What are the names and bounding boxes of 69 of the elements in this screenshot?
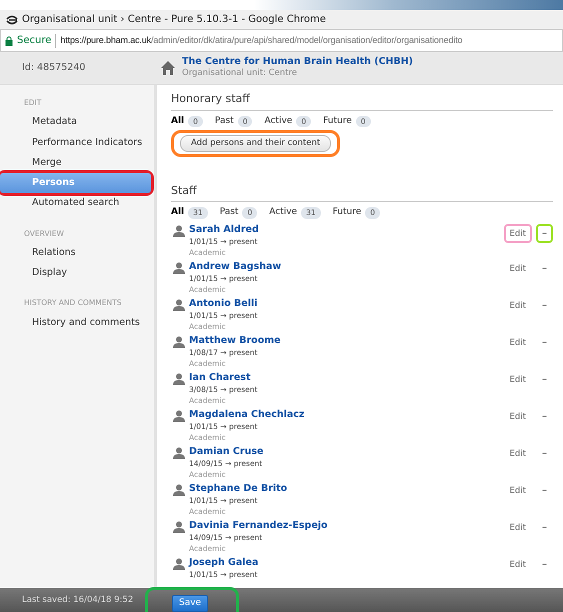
- last-saved-text: Last saved: 16/04/18 9:52: [21, 594, 134, 606]
- edit-link[interactable]: Edit: [506, 228, 530, 239]
- person-icon: [173, 336, 185, 348]
- unit-type: Organisational unit: Centre: [182, 67, 298, 80]
- person-icon: [173, 446, 185, 459]
- remove-button[interactable]: –: [536, 446, 553, 462]
- person-name-link[interactable]: Matthew Broome: [189, 334, 281, 347]
- filter-tab[interactable]: All: [171, 116, 184, 126]
- person-name-link[interactable]: Andrew Bagshaw: [189, 260, 282, 273]
- person-icon: [173, 558, 185, 570]
- security-label: Secure: [17, 34, 52, 48]
- person-icon: [173, 484, 185, 496]
- person-icon: [173, 224, 185, 237]
- person-icon: [173, 410, 185, 422]
- person-name-link[interactable]: Magdalena Chechlacz: [189, 408, 304, 421]
- remove-button[interactable]: –: [536, 372, 553, 388]
- filter-tab[interactable]: All: [171, 207, 184, 218]
- filter-tab[interactable]: Future: [323, 116, 352, 126]
- record-id: Id: 48575240: [21, 60, 86, 75]
- remove-button[interactable]: –: [536, 556, 553, 573]
- edit-link[interactable]: Edit: [504, 334, 532, 352]
- filter-tab[interactable]: Active: [264, 116, 292, 126]
- person-icon: [173, 520, 185, 533]
- remove-button[interactable]: –: [536, 482, 553, 499]
- person-name-link[interactable]: Damian Cruse: [189, 446, 264, 458]
- remove-button[interactable]: –: [536, 334, 553, 351]
- house-icon: [160, 60, 176, 76]
- sidebar-item[interactable]: History and comments: [0, 312, 154, 333]
- filter-tab[interactable]: Future: [332, 207, 362, 218]
- app-logo-icon: [6, 14, 18, 24]
- sidebar-item[interactable]: Merge: [0, 152, 154, 173]
- person-icon: [173, 372, 185, 385]
- person-name-link[interactable]: Stephane De Brito: [189, 482, 288, 495]
- filter-tab[interactable]: Past: [220, 207, 238, 218]
- save-button[interactable]: Save: [172, 594, 208, 612]
- url-text[interactable]: https://pure.bham.ac.uk/admin/editor/dk/atira/pure/api/shared/model/organisation/editor/organisationedito: [60, 34, 462, 48]
- person-name-link[interactable]: Davinia Fernandez-Espejo: [189, 520, 328, 532]
- sidebar-item[interactable]: Relations: [0, 242, 154, 263]
- edit-link[interactable]: Edit: [504, 446, 532, 462]
- edit-link[interactable]: Edit: [504, 260, 532, 278]
- person-name-link[interactable]: Antonio Belli: [189, 298, 258, 310]
- edit-link[interactable]: Edit: [504, 482, 532, 500]
- section-title: Honorary staff: [171, 91, 553, 110]
- window-title: Organisational unit › Centre - Pure 5.10.3-1 - Google Chrome: [22, 13, 326, 27]
- remove-button[interactable]: –: [536, 520, 553, 536]
- edit-link[interactable]: Edit: [504, 520, 532, 536]
- person-name-link[interactable]: Joseph Galea: [189, 556, 258, 569]
- person-icon: [173, 262, 185, 274]
- edit-link[interactable]: Edit: [504, 556, 532, 574]
- remove-button[interactable]: –: [536, 408, 553, 425]
- sidebar-item[interactable]: Metadata: [0, 112, 154, 132]
- sidebar-item[interactable]: Performance Indicators: [0, 132, 154, 153]
- add-persons-button[interactable]: Add persons and their content: [180, 135, 332, 152]
- filter-tab[interactable]: Active: [269, 207, 298, 218]
- edit-link[interactable]: Edit: [504, 372, 532, 388]
- person-icon: [173, 298, 185, 311]
- remove-button[interactable]: –: [536, 298, 553, 314]
- filter-tab[interactable]: Past: [214, 116, 234, 126]
- person-name-link[interactable]: Ian Charest: [189, 372, 258, 384]
- person-name-link[interactable]: Sarah Aldred: [189, 224, 259, 236]
- unit-title[interactable]: The Centre for Human Brain Health (CHBH): [182, 56, 414, 68]
- remove-button[interactable]: –: [536, 260, 553, 277]
- section-title: Staff: [171, 182, 553, 202]
- edit-link[interactable]: Edit: [504, 298, 532, 314]
- remove-button[interactable]: –: [538, 228, 551, 239]
- sidebar-item[interactable]: Automated search: [0, 193, 154, 214]
- lock-icon: [5, 36, 13, 46]
- sidebar-item[interactable]: Display: [0, 263, 154, 284]
- edit-link[interactable]: Edit: [504, 408, 532, 426]
